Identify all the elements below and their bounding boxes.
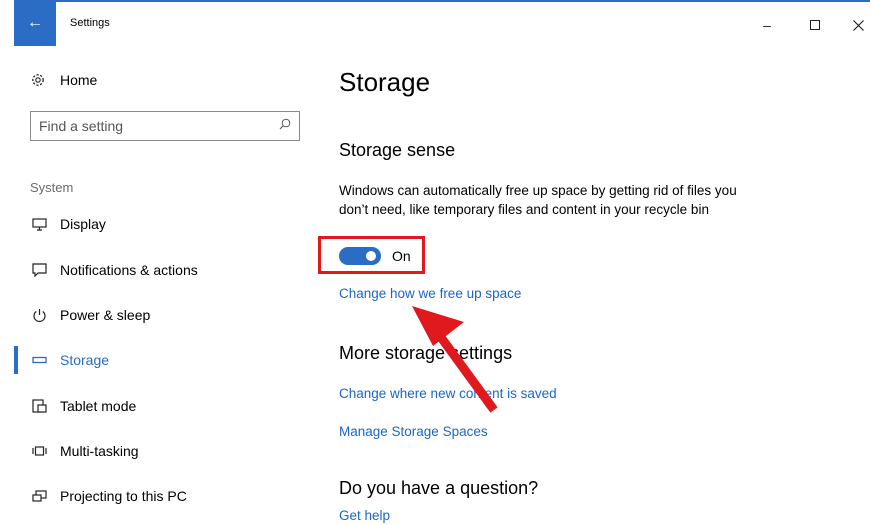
sidebar-item-storage[interactable]: Storage bbox=[14, 344, 304, 376]
gear-icon bbox=[32, 74, 44, 86]
notifications-icon bbox=[31, 263, 47, 277]
sidebar-item-display[interactable]: Display bbox=[14, 208, 304, 240]
toggle-knob bbox=[366, 251, 376, 261]
title-bar: ← Settings – bbox=[0, 0, 870, 46]
title-bar-accent-line bbox=[14, 0, 870, 2]
sidebar-item-label: Projecting to this PC bbox=[60, 488, 187, 504]
sidebar-item-tablet-mode[interactable]: Tablet mode bbox=[14, 390, 304, 422]
minimize-button[interactable]: – bbox=[752, 10, 782, 40]
app-title: Settings bbox=[70, 17, 110, 29]
toggle-state-label: On bbox=[392, 248, 411, 264]
sidebar-item-label: Power & sleep bbox=[60, 307, 151, 323]
search-icon[interactable] bbox=[279, 118, 291, 130]
sidebar-item-label: Storage bbox=[60, 352, 110, 368]
display-icon bbox=[31, 217, 47, 231]
page-title: Storage bbox=[339, 67, 431, 97]
projecting-icon bbox=[31, 489, 47, 502]
sidebar-item-multitasking[interactable]: Multi-tasking bbox=[14, 435, 304, 467]
sidebar-item-projecting[interactable]: Projecting to this PC bbox=[14, 480, 304, 512]
storage-sense-description: Windows can automatically free up space … bbox=[339, 183, 737, 217]
tablet-mode-icon bbox=[31, 399, 47, 413]
change-where-content-saved-link[interactable]: Change where new content is saved bbox=[339, 386, 557, 401]
storage-sense-heading: Storage sense bbox=[339, 140, 456, 160]
manage-storage-spaces-link[interactable]: Manage Storage Spaces bbox=[339, 424, 488, 439]
sidebar-section-label: System bbox=[30, 180, 74, 195]
storage-icon bbox=[31, 356, 47, 364]
maximize-icon bbox=[810, 20, 820, 30]
home-label: Home bbox=[60, 72, 98, 88]
question-heading: Do you have a question? bbox=[339, 478, 539, 498]
close-button[interactable] bbox=[843, 10, 870, 40]
sidebar-item-label: Display bbox=[60, 216, 106, 232]
sidebar-item-label: Notifications & actions bbox=[60, 262, 198, 278]
power-icon bbox=[32, 308, 46, 322]
minimize-icon: – bbox=[763, 17, 771, 33]
get-help-link[interactable]: Get help bbox=[339, 508, 390, 523]
multitasking-icon bbox=[31, 446, 47, 456]
search-input[interactable] bbox=[39, 117, 269, 135]
sidebar-item-label: Tablet mode bbox=[60, 398, 137, 414]
back-button[interactable]: ← bbox=[14, 0, 56, 46]
more-storage-settings-heading: More storage settings bbox=[339, 343, 513, 363]
change-how-free-space-link[interactable]: Change how we free up space bbox=[339, 286, 521, 301]
sidebar-home[interactable]: Home bbox=[30, 72, 97, 88]
sidebar-item-power-sleep[interactable]: Power & sleep bbox=[14, 299, 304, 331]
maximize-button[interactable] bbox=[800, 10, 830, 40]
storage-sense-toggle[interactable] bbox=[339, 247, 381, 265]
back-arrow-icon: ← bbox=[27, 14, 43, 31]
close-icon bbox=[852, 19, 864, 31]
search-box[interactable] bbox=[30, 111, 300, 141]
sidebar-item-notifications[interactable]: Notifications & actions bbox=[14, 254, 304, 286]
sidebar-item-label: Multi-tasking bbox=[60, 443, 139, 459]
